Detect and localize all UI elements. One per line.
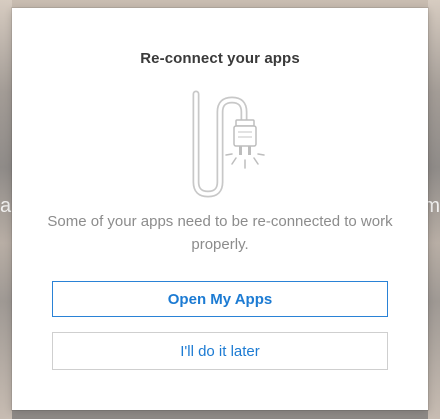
- unplugged-cable-icon: [192, 90, 265, 198]
- background-text-left: a: [0, 195, 12, 217]
- dialog-message: Some of your apps need to be re-connecte…: [47, 213, 393, 253]
- open-my-apps-button[interactable]: Open My Apps: [52, 281, 388, 317]
- dialog-title: Re-connect your apps: [140, 50, 300, 67]
- do-it-later-button[interactable]: I'll do it later: [52, 332, 388, 370]
- reconnect-apps-dialog: Re-connect your apps Some of your apps n…: [12, 8, 428, 410]
